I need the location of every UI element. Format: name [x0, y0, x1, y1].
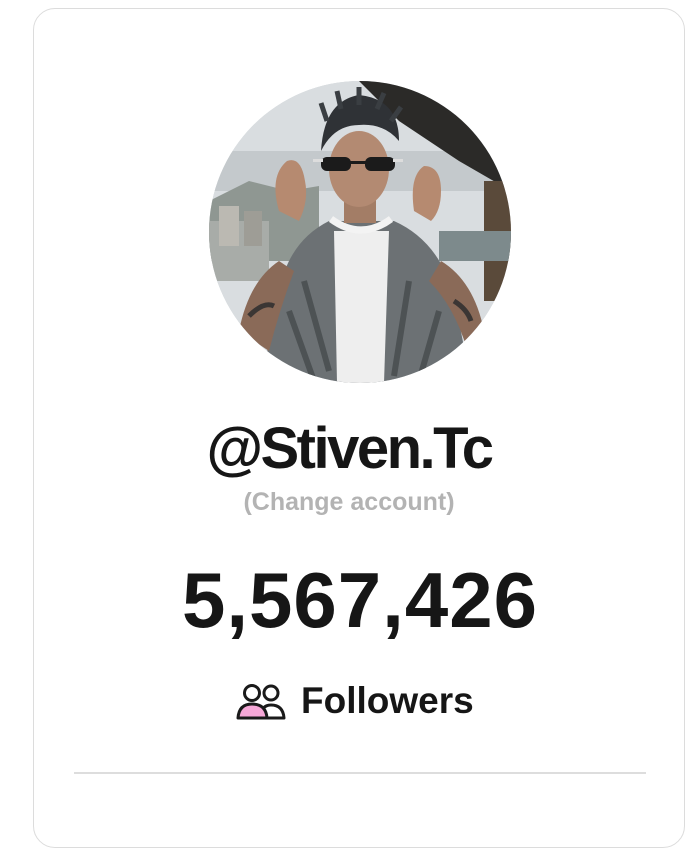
change-account-link[interactable]: (Change account)	[0, 486, 698, 518]
followers-row: Followers	[235, 678, 474, 724]
people-icon	[235, 680, 287, 722]
divider	[74, 772, 646, 774]
follower-count: 5,567,426	[181, 556, 538, 644]
avatar	[209, 81, 511, 383]
followers-label: Followers	[301, 680, 474, 721]
username: @Stiven.Tc	[206, 416, 494, 481]
